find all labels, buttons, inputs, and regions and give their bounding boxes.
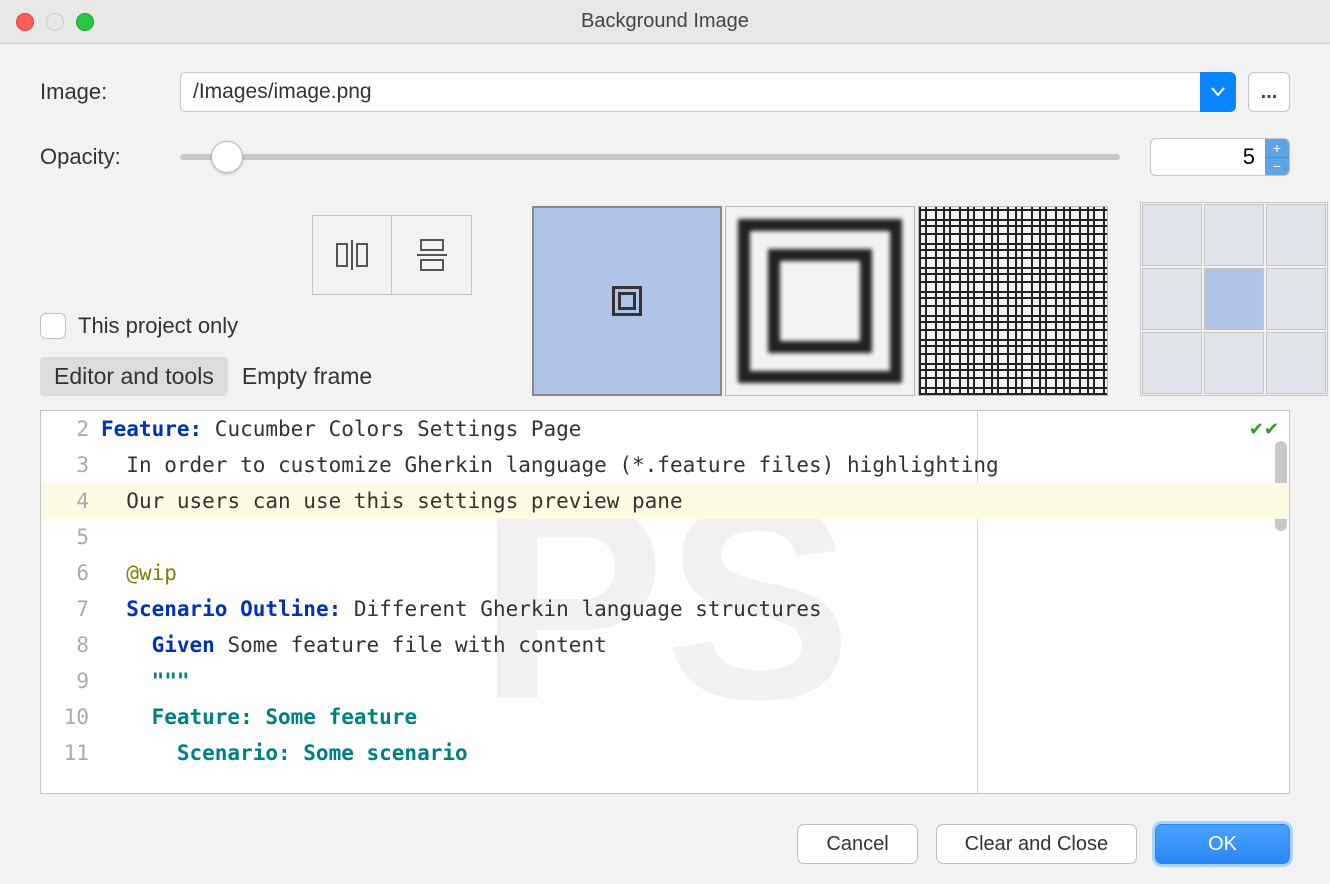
- editor-line: 2Feature: Cucumber Colors Settings Page: [41, 411, 1289, 447]
- editor-preview: PS ✔✔ 2Feature: Cucumber Colors Settings…: [40, 410, 1290, 794]
- flip-horizontal-button[interactable]: [312, 215, 392, 295]
- editor-line: 11 Scenario: Some scenario: [41, 735, 1289, 771]
- anchor-bottom-left[interactable]: [1142, 332, 1202, 394]
- flip-horizontal-icon: [335, 240, 369, 270]
- opacity-step-down[interactable]: −: [1265, 158, 1289, 176]
- window-title: Background Image: [0, 10, 1330, 33]
- tab-empty-frame[interactable]: Empty frame: [228, 357, 386, 396]
- ok-button[interactable]: OK: [1155, 824, 1290, 864]
- project-only-checkbox[interactable]: [40, 313, 66, 339]
- editor-line: 9 """: [41, 663, 1289, 699]
- opacity-slider[interactable]: [180, 139, 1120, 175]
- tab-editor-and-tools[interactable]: Editor and tools: [40, 357, 228, 396]
- flip-vertical-icon: [417, 238, 447, 272]
- image-label: Image:: [40, 79, 180, 105]
- anchor-bottom-center[interactable]: [1204, 332, 1264, 394]
- editor-line: 5: [41, 519, 1289, 555]
- anchor-top-left[interactable]: [1142, 204, 1202, 266]
- editor-line: 6 @wip: [41, 555, 1289, 591]
- placement-plain[interactable]: [532, 206, 722, 396]
- anchor-grid: [1140, 202, 1328, 396]
- placement-scale[interactable]: [725, 206, 915, 396]
- minimize-window-button[interactable]: [46, 13, 64, 31]
- anchor-middle-right[interactable]: [1266, 268, 1326, 330]
- opacity-label: Opacity:: [40, 144, 180, 170]
- chevron-down-icon: [1211, 87, 1225, 97]
- image-path-input[interactable]: [180, 72, 1200, 112]
- editor-line: 3 In order to customize Gherkin language…: [41, 447, 1289, 483]
- browse-button[interactable]: ...: [1248, 72, 1290, 112]
- titlebar: Background Image: [0, 0, 1330, 44]
- scale-icon: [738, 219, 902, 383]
- project-only-label: This project only: [78, 313, 238, 339]
- opacity-value-field[interactable]: 5 + −: [1150, 138, 1290, 176]
- flip-vertical-button[interactable]: [392, 215, 472, 295]
- cancel-button[interactable]: Cancel: [797, 824, 917, 864]
- clear-and-close-button[interactable]: Clear and Close: [936, 824, 1137, 864]
- opacity-step-up[interactable]: +: [1265, 139, 1289, 158]
- opacity-value: 5: [1151, 144, 1265, 170]
- editor-line: 4 Our users can use this settings previe…: [41, 483, 1289, 519]
- anchor-middle-center[interactable]: [1204, 268, 1264, 330]
- editor-line: 10 Feature: Some feature: [41, 699, 1289, 735]
- anchor-top-center[interactable]: [1204, 204, 1264, 266]
- anchor-middle-left[interactable]: [1142, 268, 1202, 330]
- zoom-window-button[interactable]: [76, 13, 94, 31]
- editor-line: 8 Given Some feature file with content: [41, 627, 1289, 663]
- image-path-dropdown[interactable]: [1200, 72, 1236, 112]
- placement-tile[interactable]: [918, 206, 1108, 396]
- close-window-button[interactable]: [16, 13, 34, 31]
- anchor-bottom-right[interactable]: [1266, 332, 1326, 394]
- anchor-top-right[interactable]: [1266, 204, 1326, 266]
- slider-thumb[interactable]: [211, 141, 243, 173]
- square-icon: [612, 286, 642, 316]
- editor-line: 7 Scenario Outline: Different Gherkin la…: [41, 591, 1289, 627]
